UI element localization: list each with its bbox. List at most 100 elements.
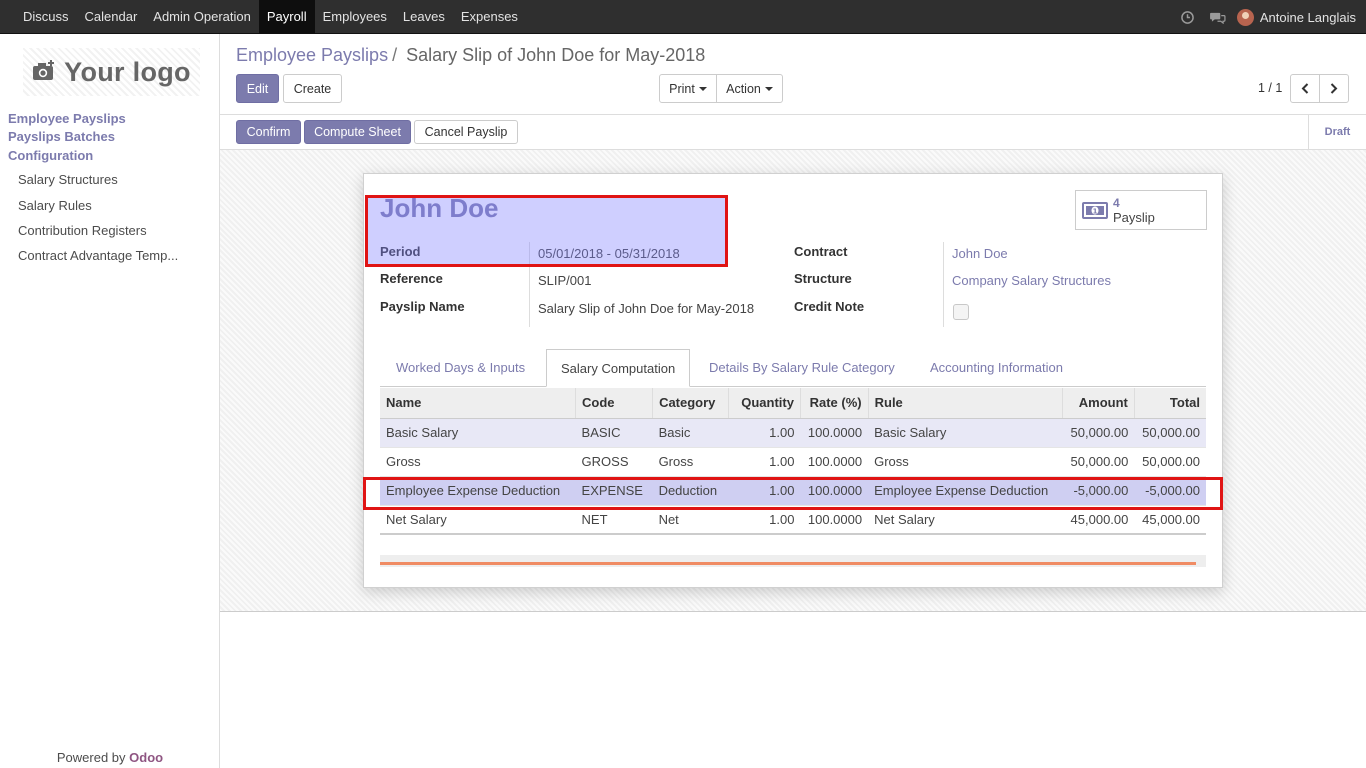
company-logo[interactable]: Your logo: [23, 48, 200, 96]
scrollbar-thumb[interactable]: [380, 562, 1196, 565]
create-button[interactable]: Create: [283, 74, 342, 103]
cell-name: Basic Salary: [380, 417, 576, 447]
column-header-quantity[interactable]: Quantity: [728, 388, 801, 419]
column-header-rule[interactable]: Rule: [868, 388, 1064, 419]
pager-next-button[interactable]: [1319, 74, 1349, 103]
column-header-code[interactable]: Code: [575, 388, 654, 419]
app-menu: Discuss Calendar Admin Operation Payroll…: [15, 0, 526, 34]
powered-by: Powered by Odoo: [0, 750, 220, 765]
odoo-link[interactable]: Odoo: [129, 750, 163, 765]
cell-amount: 50,000.00: [1062, 446, 1135, 476]
menu-employees[interactable]: Employees: [315, 0, 395, 34]
compute-sheet-button[interactable]: Compute Sheet: [304, 120, 411, 144]
column-header-category[interactable]: Category: [652, 388, 729, 419]
logo-text: Your logo: [64, 56, 191, 87]
breadcrumb: Employee Payslips / Salary Slip of John D…: [236, 45, 705, 66]
column-header-rate[interactable]: Rate (%): [800, 388, 869, 419]
svg-text:1: 1: [1093, 208, 1098, 216]
cancel-payslip-button[interactable]: Cancel Payslip: [414, 120, 518, 144]
notebook-tabs: Worked Days & Inputs Salary Computation …: [380, 349, 1206, 387]
edit-button[interactable]: Edit: [236, 74, 279, 103]
pager-previous-button[interactable]: [1290, 74, 1320, 103]
action-dropdown[interactable]: Action: [716, 74, 783, 103]
sidebar-item-contribution-registers[interactable]: Contribution Registers: [18, 223, 147, 238]
chevron-left-icon: [1301, 83, 1309, 94]
top-navbar: Discuss Calendar Admin Operation Payroll…: [0, 0, 1366, 34]
tab-accounting-information[interactable]: Accounting Information: [930, 349, 1063, 387]
contract-label: Contract: [794, 244, 848, 259]
tab-details-by-salary-rule-category[interactable]: Details By Salary Rule Category: [709, 349, 895, 387]
statusbar: Confirm Compute Sheet Cancel Payslip Dra…: [220, 114, 1366, 150]
page-title: Salary Slip of John Doe for May-2018: [406, 45, 706, 65]
caret-down-icon: [698, 86, 707, 91]
cell-total: 50,000.00: [1134, 446, 1206, 476]
table-row[interactable]: Basic Salary BASIC Basic 1.00 100.0000 B…: [380, 417, 1206, 447]
chevron-right-icon: [1330, 83, 1338, 94]
cell-category: Basic: [652, 417, 729, 447]
sidebar: Your logo Employee Payslips Payslips Bat…: [0, 34, 220, 768]
user-menu[interactable]: Antoine Langlais: [1236, 8, 1356, 26]
sidebar-item-salary-structures[interactable]: Salary Structures: [18, 172, 118, 187]
breadcrumb-parent[interactable]: Employee Payslips: [236, 45, 388, 65]
credit-note-checkbox[interactable]: [953, 304, 969, 320]
credit-note-label: Credit Note: [794, 299, 865, 314]
menu-payroll[interactable]: Payroll: [258, 0, 315, 34]
highlight-box-expense-row: [363, 477, 1223, 510]
menu-discuss[interactable]: Discuss: [15, 0, 77, 34]
money-icon: 1: [1082, 202, 1108, 222]
action-label: Action: [726, 81, 761, 96]
print-dropdown[interactable]: Print: [659, 74, 717, 103]
tab-worked-days-inputs[interactable]: Worked Days & Inputs: [396, 349, 525, 387]
column-header-amount[interactable]: Amount: [1062, 388, 1135, 419]
menu-admin-operation[interactable]: Admin Operation: [145, 0, 259, 34]
payslip-smart-button[interactable]: 1 4 Payslip: [1075, 190, 1207, 230]
print-label: Print: [669, 81, 695, 96]
cell-quantity: 1.00: [728, 446, 801, 476]
payslip-name-value[interactable]: Salary Slip of John Doe for May-2018: [538, 301, 754, 316]
payslip-count: 4: [1113, 196, 1120, 210]
menu-leaves[interactable]: Leaves: [395, 0, 453, 34]
pager-value: 1 / 1: [1258, 81, 1283, 95]
cell-quantity: 1.00: [728, 417, 801, 447]
column-header-total[interactable]: Total: [1134, 388, 1206, 419]
table-row[interactable]: Gross GROSS Gross 1.00 100.0000 Gross 50…: [380, 446, 1206, 476]
cell-rule: Gross: [868, 446, 1063, 476]
camera-icon: [32, 59, 56, 85]
highlight-box-employee-period: [365, 195, 728, 267]
structure-label: Structure: [794, 271, 852, 286]
sidebar-item-payslips-batches[interactable]: Payslips Batches: [8, 129, 115, 144]
cell-code: BASIC: [575, 417, 653, 447]
caret-down-icon: [764, 86, 773, 91]
cell-rate: 100.0000: [800, 417, 869, 447]
field-divider: [943, 242, 944, 327]
reference-label: Reference: [380, 271, 443, 286]
contract-value[interactable]: John Doe: [952, 246, 1008, 261]
chat-icon[interactable]: [1203, 0, 1233, 34]
powered-by-text: Powered by: [56, 750, 126, 765]
sidebar-item-employee-payslips[interactable]: Employee Payslips: [8, 111, 126, 126]
horizontal-scrollbar[interactable]: [380, 555, 1206, 567]
clock-icon[interactable]: [1173, 0, 1203, 34]
table-footer: [380, 533, 1206, 536]
cell-name: Gross: [380, 446, 576, 476]
sidebar-item-salary-rules[interactable]: Salary Rules: [18, 198, 92, 213]
payslip-name-label: Payslip Name: [380, 299, 465, 314]
breadcrumb-separator: /: [392, 45, 398, 65]
cell-rate: 100.0000: [800, 446, 869, 476]
menu-calendar[interactable]: Calendar: [77, 0, 146, 34]
cell-code: GROSS: [575, 446, 653, 476]
menu-expenses[interactable]: Expenses: [453, 0, 526, 34]
reference-value[interactable]: SLIP/001: [538, 273, 592, 288]
cell-amount: 50,000.00: [1062, 417, 1135, 447]
status-draft[interactable]: Draft: [1308, 115, 1366, 149]
structure-value[interactable]: Company Salary Structures: [952, 273, 1111, 288]
salary-computation-table: Name Code Category Quantity Rate (%) Rul…: [380, 388, 1206, 536]
column-header-name[interactable]: Name: [380, 388, 577, 419]
sidebar-item-configuration[interactable]: Configuration: [8, 148, 93, 163]
tab-salary-computation[interactable]: Salary Computation: [546, 349, 691, 387]
sidebar-item-contract-advantage-templates[interactable]: Contract Advantage Temp...: [18, 248, 178, 263]
avatar: [1236, 8, 1254, 26]
cell-category: Gross: [652, 446, 729, 476]
confirm-button[interactable]: Confirm: [236, 120, 301, 144]
cell-total: 50,000.00: [1134, 417, 1206, 447]
